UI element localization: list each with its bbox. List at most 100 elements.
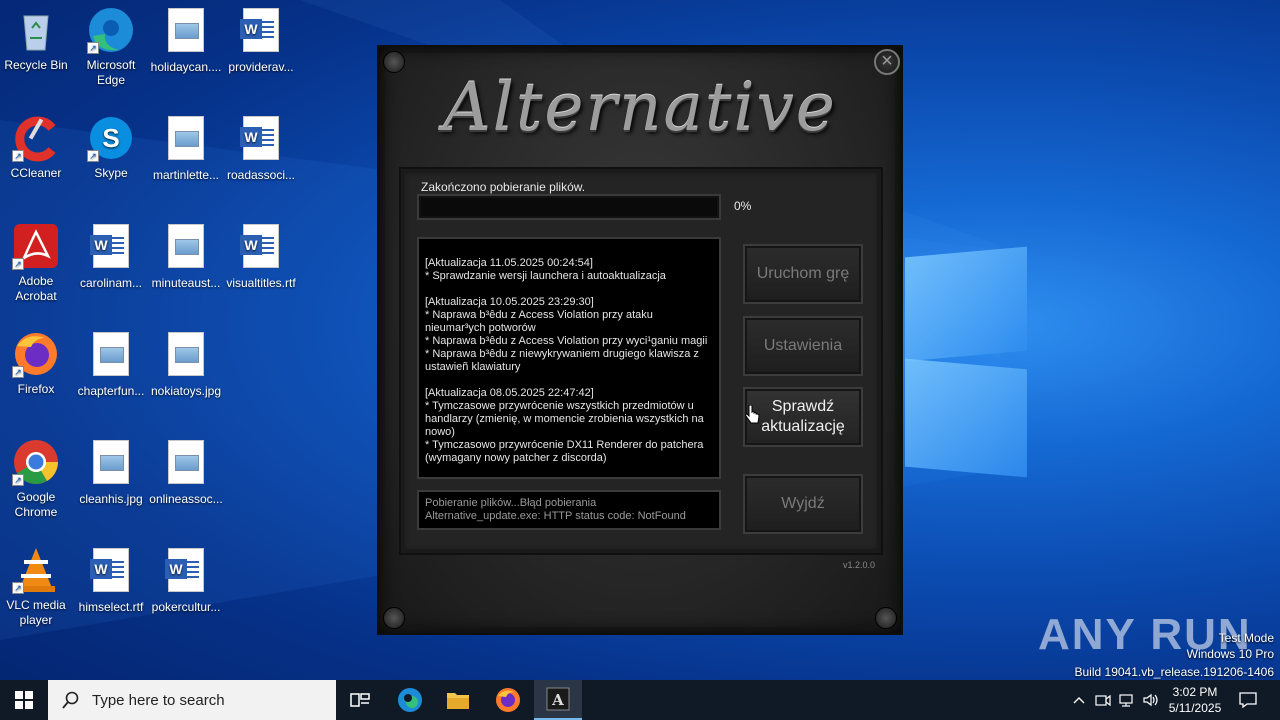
task-view-icon [350, 693, 370, 707]
taskbar-firefox[interactable] [484, 680, 532, 720]
desktop-icon-label: carolinam... [79, 276, 143, 290]
svg-text:S: S [102, 123, 119, 153]
download-status-label: Zakończono pobieranie plików. [421, 180, 586, 194]
desktop-icon[interactable]: Wvisualtitles.rtf [223, 222, 299, 291]
os-edition-label: Windows 10 Pro [1186, 647, 1274, 661]
firefox-icon [496, 688, 520, 712]
changelog-entry-line: * Naprawa b³êdu z Access Violation przy … [425, 335, 708, 347]
folder-icon [447, 693, 469, 709]
desktop-icon[interactable]: cleanhis.jpg [73, 438, 149, 507]
status-log-box: Pobieranie plików...Błąd pobierania Alte… [417, 490, 721, 530]
desktop-icon[interactable]: Wroadassoci... [223, 114, 299, 183]
desktop-icon-label: martinlette... [152, 168, 220, 182]
tray-meet-now[interactable] [1092, 680, 1114, 720]
changelog-entry-line: * Tymczasowe przywrócenie wszystkich prz… [425, 400, 704, 438]
desktop-icon[interactable]: Recycle Bin [0, 6, 74, 73]
desktop-icon[interactable]: ↗ CCleaner [0, 114, 74, 181]
desktop-icon-label: onlineassoc... [149, 492, 223, 506]
test-mode-label: Test Mode [1218, 631, 1274, 645]
image-file-icon [162, 224, 210, 272]
changelog-entry: [Aktualizacja 10.05.2025 23:29:30] * Napr… [425, 296, 713, 374]
desktop-icon[interactable]: Wpokercultur... [148, 546, 224, 615]
windows-start-icon [15, 691, 33, 709]
desktop-icon[interactable]: ↗ Microsoft Edge [73, 6, 149, 88]
taskbar: Type here to search A 3:02 PM 5/11/2025 [0, 680, 1280, 720]
word-doc-icon: W [87, 548, 135, 596]
edge-icon [398, 688, 422, 712]
action-center-button[interactable] [1232, 680, 1264, 720]
hand-cursor-icon [745, 405, 760, 424]
desktop-icon[interactable]: ↗ Firefox [0, 330, 74, 397]
desktop-icon[interactable]: holidaycan.... [148, 6, 224, 75]
alternative-app-icon: A [546, 687, 570, 711]
desktop-icon[interactable]: martinlette... [148, 114, 224, 183]
image-file-icon [162, 8, 210, 56]
tray-overflow-button[interactable] [1068, 680, 1090, 720]
taskbar-alternative-launcher[interactable]: A [534, 680, 582, 720]
desktop-icon-label: Skype [94, 166, 128, 180]
settings-button[interactable]: Ustawienia [743, 316, 863, 376]
desktop-icon[interactable]: Wcarolinam... [73, 222, 149, 291]
tray-volume[interactable] [1140, 680, 1162, 720]
desktop-icon-label: visualtitles.rtf [226, 276, 296, 290]
desktop-icon[interactable]: ↗ VLC media player [0, 546, 74, 628]
changelog-entry: [Aktualizacja 08.05.2025 22:47:42] * Tymc… [425, 387, 713, 465]
word-doc-icon: W [237, 224, 285, 272]
changelog-entry-line: * Sprawdzanie wersji launchera i autoakt… [425, 270, 666, 282]
changelog-box[interactable]: [Aktualizacja 11.05.2025 00:24:54] * Spra… [417, 237, 721, 479]
desktop-icon-label: minuteaust... [151, 276, 221, 290]
taskbar-clock[interactable]: 3:02 PM 5/11/2025 [1160, 684, 1230, 716]
desktop-icon[interactable]: ↗ Google Chrome [0, 438, 74, 520]
desktop-icon-label: pokercultur... [151, 600, 221, 614]
taskbar-file-explorer[interactable] [434, 680, 482, 720]
desktop-icon-label: holidaycan.... [150, 60, 222, 74]
recycle-bin-icon [12, 6, 60, 54]
taskbar-edge[interactable] [386, 680, 434, 720]
image-file-icon [87, 332, 135, 380]
taskbar-search-box[interactable]: Type here to search [48, 680, 336, 720]
tray-network[interactable] [1116, 680, 1138, 720]
vlc-icon: ↗ [12, 546, 60, 594]
desktop-icon-label: Firefox [17, 382, 55, 396]
desktop-icon[interactable]: Whimselect.rtf [73, 546, 149, 615]
desktop-icon-label: Adobe Acrobat [15, 274, 57, 303]
desktop-icon[interactable]: onlineassoc... [148, 438, 224, 507]
exit-button[interactable]: Wyjdź [743, 474, 863, 534]
desktop-icon-label: Google Chrome [14, 490, 58, 519]
launcher-logo: Alternative [443, 69, 837, 146]
download-progress-bar [417, 194, 721, 220]
desktop-icon[interactable]: S ↗ Skype [73, 114, 149, 181]
desktop-icon[interactable]: Wproviderav... [223, 6, 299, 75]
desktop-icon[interactable]: ↗ Adobe Acrobat [0, 222, 74, 304]
firefox-icon: ↗ [12, 330, 60, 378]
progress-percent: 0% [734, 199, 752, 213]
notification-icon [1239, 692, 1257, 708]
task-view-button[interactable] [336, 680, 384, 720]
changelog-entry-line: * Tymczasowo przywrócenie DX11 Renderer … [425, 439, 704, 464]
changelog-entry-header: [Aktualizacja 11.05.2025 00:24:54] [425, 257, 593, 269]
desktop-icon-label: CCleaner [10, 166, 62, 180]
image-file-icon [162, 116, 210, 164]
start-button[interactable] [0, 680, 48, 720]
desktop-icon[interactable]: nokiatoys.jpg [148, 330, 224, 399]
check-updates-button[interactable]: Sprawdź aktualizację [743, 387, 863, 447]
volume-icon [1143, 693, 1158, 707]
clock-date: 5/11/2025 [1168, 701, 1222, 715]
version-label: v1.2.0.0 [842, 560, 875, 570]
build-label: Build 19041.vb_release.191206-1406 [1074, 665, 1275, 679]
desktop-icon[interactable]: minuteaust... [148, 222, 224, 291]
network-icon [1119, 694, 1133, 707]
search-placeholder: Type here to search [92, 691, 225, 709]
desktop-icon[interactable]: chapterfun... [73, 330, 149, 399]
launcher-window: × Alternative Zakończono pobieranie plik… [377, 45, 903, 635]
changelog-entry-header: [Aktualizacja 08.05.2025 22:47:42] [425, 387, 594, 399]
skype-icon: S ↗ [87, 114, 135, 162]
desktop-icon-label: Microsoft Edge [86, 58, 136, 87]
image-file-icon [162, 440, 210, 488]
play-button[interactable]: Uruchom grę [743, 244, 863, 304]
image-file-icon [87, 440, 135, 488]
changelog-entry-header: [Aktualizacja 10.05.2025 23:29:30] [425, 296, 594, 308]
word-doc-icon: W [87, 224, 135, 272]
word-doc-icon: W [237, 8, 285, 56]
desktop-icon-label: roadassoci... [226, 168, 296, 182]
